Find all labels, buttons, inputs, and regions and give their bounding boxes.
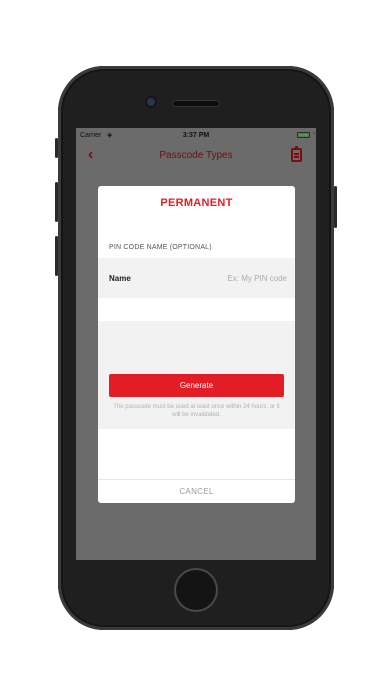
- navigation-bar: ‹ Passcode Types: [76, 144, 316, 168]
- dialog-title: PERMANENT: [160, 197, 233, 209]
- mute-switch: [55, 138, 58, 158]
- clipboard-icon[interactable]: [291, 146, 302, 162]
- status-time: 3:37 PM: [182, 132, 210, 139]
- earpiece-speaker: [173, 101, 219, 106]
- name-field-row: Name: [98, 258, 295, 298]
- power-button: [334, 186, 337, 228]
- generate-section: Generate The passcode must be used at le…: [98, 321, 295, 429]
- page-title: Passcode Types: [159, 150, 233, 161]
- charging-icon: ›: [313, 131, 315, 137]
- home-button[interactable]: [174, 568, 218, 612]
- passcode-hint: The passcode must be used at least once …: [113, 404, 280, 418]
- pin-name-input[interactable]: [177, 270, 287, 286]
- status-bar: Carrier ◈ 3:37 PM ›: [76, 128, 316, 144]
- battery-icon: [297, 132, 310, 138]
- app-store-screenshot: Carrier ◈ 3:37 PM › ‹ Passcode Types PER…: [0, 0, 392, 696]
- generate-button[interactable]: Generate: [109, 374, 284, 397]
- pin-name-section-label: PIN CODE NAME (OPTIONAL): [109, 244, 212, 251]
- cancel-button[interactable]: CANCEL: [98, 480, 295, 503]
- volume-up-button: [55, 182, 58, 222]
- passcode-dialog: PERMANENT PIN CODE NAME (OPTIONAL) Name …: [98, 186, 295, 503]
- volume-down-button: [55, 236, 58, 276]
- front-camera: [147, 98, 155, 106]
- name-label: Name: [109, 274, 131, 283]
- phone-screen: Carrier ◈ 3:37 PM › ‹ Passcode Types PER…: [76, 128, 316, 560]
